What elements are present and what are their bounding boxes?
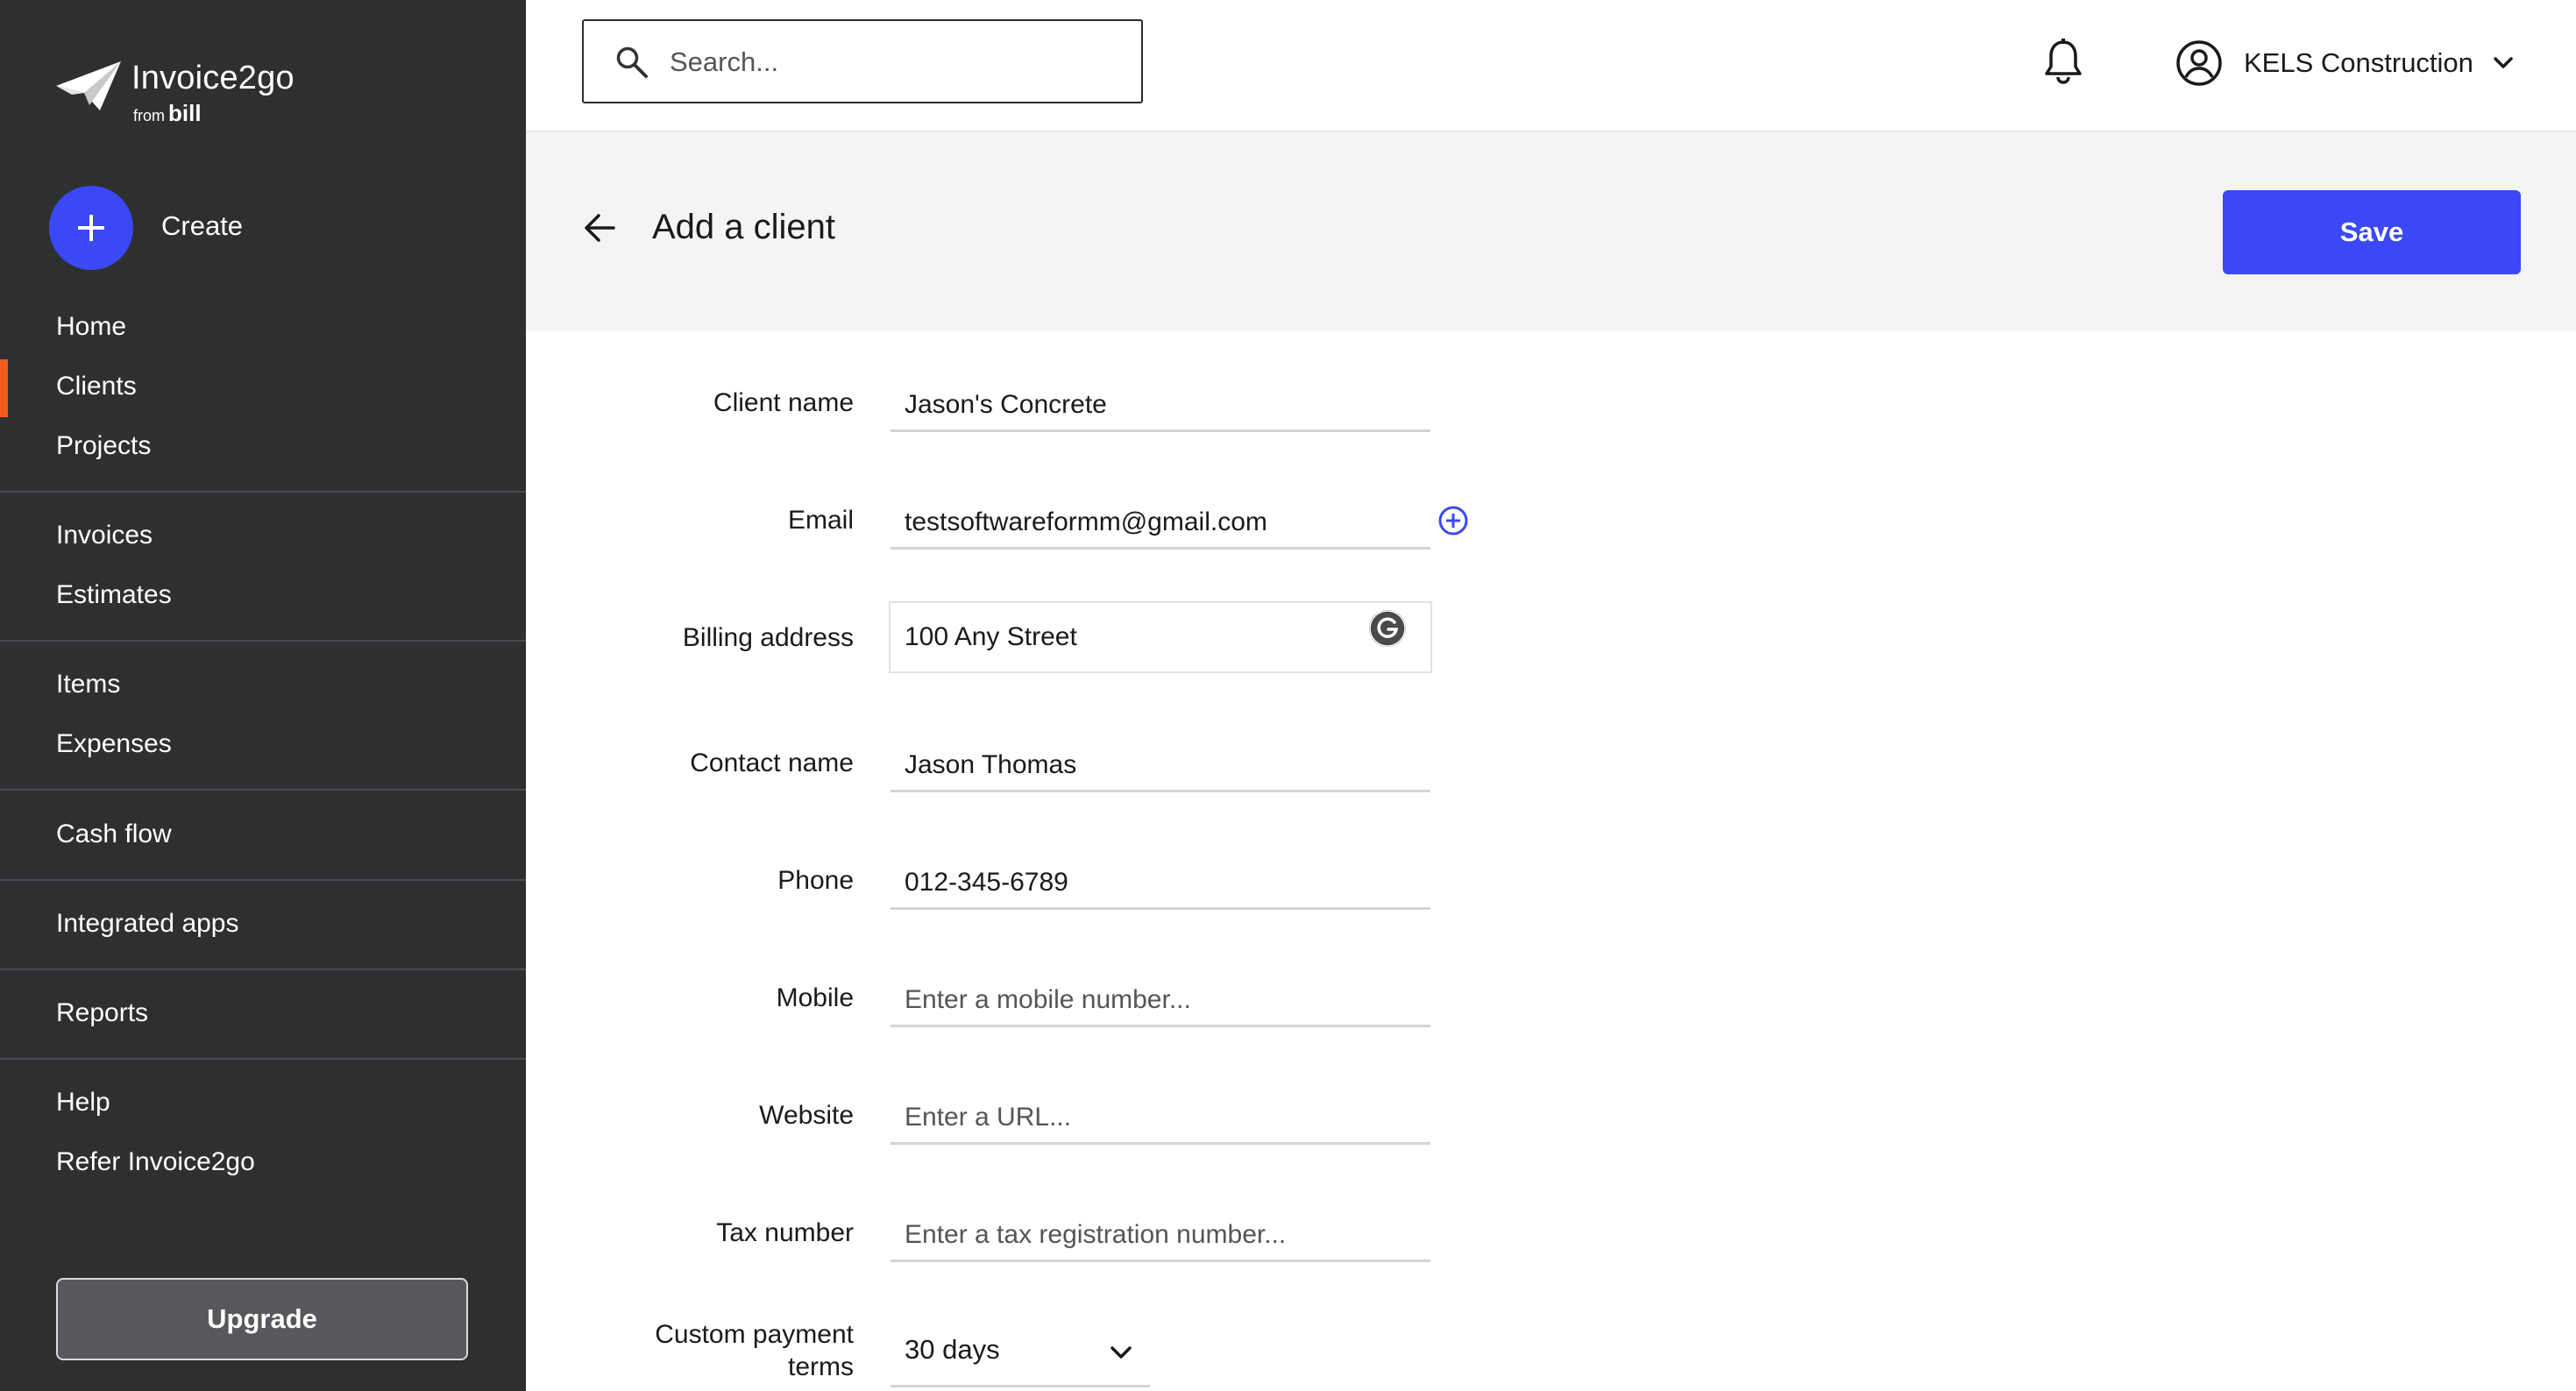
sidebar-divider	[0, 879, 526, 881]
sidebar: Invoice2go from bill Create Home Clients …	[0, 0, 526, 1391]
create-label[interactable]: Create	[161, 210, 243, 242]
sidebar-item-home[interactable]: Home	[56, 312, 126, 342]
phone-label: Phone	[777, 866, 854, 895]
search-icon	[616, 46, 648, 78]
sidebar-item-reports[interactable]: Reports	[56, 998, 148, 1028]
app-name: Invoice2go	[131, 60, 295, 96]
sidebar-item-invoices[interactable]: Invoices	[56, 521, 153, 550]
sidebar-item-expenses[interactable]: Expenses	[56, 729, 172, 759]
sidebar-item-clients[interactable]: Clients	[56, 372, 137, 401]
tax-number-label: Tax number	[716, 1218, 854, 1247]
grammarly-icon[interactable]	[1367, 608, 1408, 649]
payment-terms-label-line1: Custom payment	[655, 1320, 854, 1349]
add-email-button[interactable]	[1437, 505, 1469, 541]
sidebar-item-help[interactable]: Help	[56, 1088, 110, 1118]
website-input[interactable]	[905, 1098, 1422, 1137]
create-button[interactable]	[49, 186, 133, 270]
nav-active-indicator	[0, 359, 8, 417]
payment-terms-label-line2: terms	[788, 1352, 854, 1381]
tax-number-input[interactable]	[905, 1216, 1422, 1254]
user-circle-icon	[2176, 40, 2222, 86]
email-label: Email	[787, 506, 854, 535]
from-text: from	[133, 107, 165, 124]
sidebar-divider	[0, 640, 526, 642]
plus-icon	[78, 215, 104, 241]
phone-input[interactable]	[905, 863, 1422, 902]
mobile-label: Mobile	[776, 983, 854, 1012]
notifications-button[interactable]	[2044, 39, 2083, 89]
sidebar-divider	[0, 1058, 526, 1060]
upgrade-button[interactable]: Upgrade	[56, 1278, 468, 1360]
sidebar-divider	[0, 789, 526, 791]
contact-name-label: Contact name	[690, 749, 854, 777]
account-name: KELS Construction	[2244, 47, 2473, 78]
search-input[interactable]	[668, 37, 1127, 88]
back-button[interactable]	[584, 213, 615, 247]
client-name-label: Client name	[713, 388, 854, 417]
sidebar-item-projects[interactable]: Projects	[56, 431, 151, 461]
payment-terms-value: 30 days	[905, 1334, 1000, 1365]
save-button[interactable]: Save	[2223, 190, 2521, 274]
paper-plane-icon	[56, 61, 121, 110]
bell-icon	[2045, 39, 2082, 84]
page-title: Add a client	[652, 208, 836, 246]
top-bar: KELS Construction	[526, 0, 2576, 132]
mobile-input[interactable]	[905, 981, 1422, 1019]
phone-field[interactable]	[891, 858, 1430, 910]
mobile-field[interactable]	[891, 976, 1430, 1027]
from-brand: bill	[168, 100, 202, 126]
payment-terms-select[interactable]: 30 days	[891, 1325, 1150, 1387]
chevron-down-icon	[1111, 1346, 1132, 1359]
contact-name-field[interactable]	[891, 741, 1430, 792]
billing-address-field[interactable]: 100 Any Street	[889, 601, 1432, 673]
email-input[interactable]	[905, 503, 1422, 542]
website-field[interactable]	[891, 1093, 1430, 1145]
website-label: Website	[759, 1101, 854, 1130]
email-field[interactable]	[891, 498, 1430, 550]
sidebar-item-refer[interactable]: Refer Invoice2go	[56, 1147, 255, 1177]
app-from-label: from bill	[133, 100, 202, 127]
sidebar-divider	[0, 969, 526, 970]
sidebar-item-cash-flow[interactable]: Cash flow	[56, 820, 172, 849]
page-header: Add a client Save	[526, 132, 2576, 330]
account-menu[interactable]: KELS Construction	[2175, 35, 2514, 91]
sidebar-divider	[0, 491, 526, 493]
billing-address-input[interactable]: 100 Any Street	[905, 622, 1360, 657]
tax-number-field[interactable]	[891, 1210, 1430, 1262]
client-name-field[interactable]	[891, 380, 1430, 432]
arrow-left-icon	[585, 214, 615, 242]
sidebar-item-integrated-apps[interactable]: Integrated apps	[56, 909, 239, 939]
app-logo[interactable]: Invoice2go from bill	[54, 58, 317, 128]
sidebar-item-estimates[interactable]: Estimates	[56, 580, 172, 610]
search-box[interactable]	[582, 19, 1143, 103]
plus-circle-icon	[1438, 506, 1468, 536]
chevron-down-icon	[2494, 57, 2513, 68]
billing-address-label: Billing address	[682, 623, 854, 652]
contact-name-input[interactable]	[905, 746, 1422, 784]
sidebar-item-items[interactable]: Items	[56, 670, 120, 699]
client-name-input[interactable]	[905, 386, 1422, 424]
